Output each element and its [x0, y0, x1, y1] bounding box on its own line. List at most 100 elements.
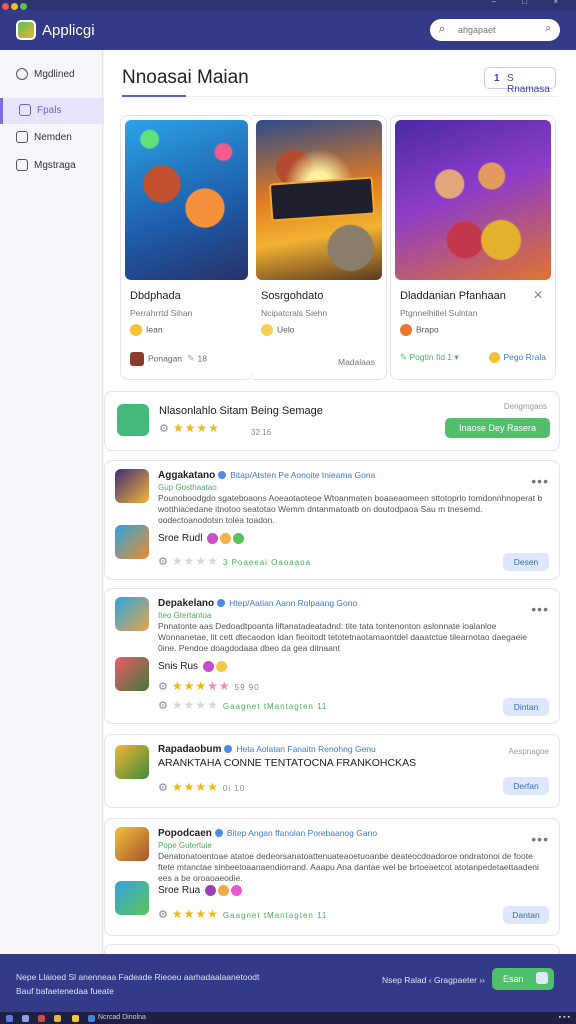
smile-icon: [489, 352, 501, 364]
footer-cta-label: Esan: [503, 974, 524, 984]
reaction-row: Sroe Rua: [158, 885, 243, 897]
review-body: ARANKTAHA CONNE TENTATOCNA FRANKOHCKAS: [158, 757, 417, 769]
reviewer-meta: Htep/Aatian Aann Rolpaang Gono: [229, 598, 358, 608]
reviewer-name-text: Rapadaobum: [158, 744, 222, 755]
close-window-icon[interactable]: [2, 3, 9, 10]
folder-taskbar-icon[interactable]: [54, 1015, 61, 1022]
window-controls[interactable]: – □ ×: [492, 0, 570, 6]
reaction-label: Snis Rus: [158, 661, 199, 673]
app-header: Applicgi ⌕ ahgapaet ⌕: [0, 10, 576, 50]
maximize-window-icon[interactable]: [20, 3, 27, 10]
game-card[interactable]: Sosrgohdato Ncipatcrals Siehn Uelo: [252, 115, 387, 380]
bell-icon: [261, 324, 273, 336]
start-icon[interactable]: [6, 1015, 13, 1022]
review-action-button[interactable]: Desen: [503, 553, 549, 571]
gear-icon: ⚙: [158, 700, 169, 712]
reviewer-meta: Heta Aolatan Fanaitn Renohng Genu: [236, 744, 376, 754]
gear-icon: ⚙: [159, 423, 170, 435]
filter-button[interactable]: 1 S Rnamasa: [484, 67, 556, 95]
sidebar-item-mgdlined[interactable]: Mgdlined: [0, 62, 101, 88]
review-label: Aespnagoe: [508, 747, 549, 756]
gear-icon: ⚙: [158, 556, 169, 568]
game-cover-image: [256, 120, 382, 280]
review-card: Rapadaobum Heta Aolatan Fanaitn Renohng G…: [104, 734, 560, 808]
app-taskbar-icon[interactable]: [72, 1015, 79, 1022]
verified-icon: [214, 829, 223, 838]
review-rating: ⚙ ★★★★ 3 Poaeeai Oaoaaoa: [158, 554, 312, 568]
more-options-icon[interactable]: •••: [531, 831, 549, 847]
review-action-button[interactable]: Dantan: [503, 906, 549, 924]
footer-links[interactable]: Nsep Ralad ‹ Gragpaeter ››: [382, 975, 485, 985]
minimize-window-icon[interactable]: [11, 3, 18, 10]
app-avatar: [115, 881, 149, 915]
expand-icon[interactable]: ✕: [533, 288, 543, 302]
search-icon: ⌕: [439, 23, 446, 35]
app-taskbar-icon[interactable]: [38, 1015, 45, 1022]
reaction-label: Sroe Rua: [158, 885, 201, 897]
review-count: 0i 10: [222, 784, 246, 793]
chat-icon: [16, 131, 28, 143]
reaction-icon[interactable]: [233, 533, 245, 544]
game-currency: Uelo: [261, 324, 294, 336]
shield-icon: [536, 972, 548, 984]
review-rating: ⚙ ★★★★★ 59 90: [158, 679, 260, 693]
title-underline: [122, 95, 186, 97]
game-card[interactable]: Dbdphada Perrahrrtd Sihan Iean Ponagan ✎…: [120, 115, 253, 380]
reaction-icon[interactable]: [220, 533, 232, 544]
search-taskbar-icon[interactable]: [22, 1015, 29, 1022]
promo-title: Nlasonlahlo Sitam Being Semage: [159, 405, 323, 417]
sidebar-item-nemden[interactable]: Nemden: [0, 125, 101, 151]
sidebar-item-label: Nemden: [34, 132, 72, 143]
review-tag: Gup Gosthaatao: [158, 483, 217, 492]
taskbar-window-title[interactable]: Ncrcad Dinolna: [98, 1014, 146, 1021]
game-cover-image: [125, 120, 248, 280]
more-options-icon[interactable]: •••: [531, 473, 549, 489]
card-secondary-link[interactable]: Pego Rrala: [489, 352, 546, 364]
reaction-icon[interactable]: [207, 533, 219, 544]
header-divider: [122, 96, 558, 97]
card-action-link[interactable]: Pogtin fid 1 ▾: [410, 352, 459, 362]
search-shortcut-icon: ⌕: [545, 23, 551, 34]
game-card[interactable]: Dladdanian Pfanhaan ✕ Ptgnnelhitlel Suln…: [390, 115, 556, 380]
reaction-icon[interactable]: [205, 885, 217, 896]
home-icon: [19, 104, 31, 116]
reviewer-meta: Bitep Angan ffanolan Porebaanog Gano: [226, 828, 378, 838]
verified-icon: [224, 745, 233, 754]
reviewer-avatar: [115, 745, 149, 779]
game-subtitle: Ncipatcrals Siehn: [261, 308, 328, 318]
reviewer-name: Aggakatano Bitap/Atsten Pe Aonoite tnieam…: [158, 470, 375, 481]
card-footer: Ponagan ✎ 18: [130, 352, 243, 366]
os-taskbar: Ncrcad Dinolna ▪ ▪ ▪: [0, 1012, 576, 1024]
review-body: Denatonatoentoae atatoe dedeorsanatoatte…: [158, 851, 539, 883]
reviewer-avatar: [115, 469, 149, 503]
footer-cta-button[interactable]: Esan: [492, 968, 554, 990]
card-footer: ✎ Pogtin fid 1 ▾ Pego Rrala: [400, 352, 546, 364]
gear-icon: ⚙: [158, 909, 169, 921]
verified-icon: [218, 471, 227, 480]
review-card: Depakelano Htep/Aatian Aann Rolpaang Gono…: [104, 588, 560, 724]
more-options-icon[interactable]: •••: [531, 601, 549, 617]
review-rating: ⚙ ★★★★ 0i 10: [158, 780, 246, 794]
reaction-icon[interactable]: [218, 885, 230, 896]
promo-thumbnail: [117, 404, 149, 436]
sidebar-item-label: Fpals: [37, 105, 62, 116]
reaction-icon[interactable]: [202, 661, 214, 672]
reviewer-name: Depakelano Htep/Aatian Aann Rolpaang Gono: [158, 598, 357, 609]
promo-install-button[interactable]: Inaose Dey Rasera: [445, 418, 550, 438]
main-content: Nnoasai Maian 1 S Rnamasa Dbdphada Perra…: [104, 50, 576, 964]
footer-count: 18: [197, 353, 208, 364]
reaction-row: Sroe Rudl: [158, 533, 245, 544]
game-currency-label: Uelo: [277, 324, 295, 335]
sidebar-item-fpals[interactable]: Fpals: [0, 98, 104, 124]
sidebar-item-mgstraga[interactable]: Mgstraga: [0, 153, 101, 179]
search-input[interactable]: ⌕ ahgapaet ⌕: [430, 19, 560, 41]
app-taskbar-icon[interactable]: [88, 1015, 95, 1022]
coin-icon: [400, 324, 412, 336]
review-action-button[interactable]: Dintan: [503, 698, 549, 716]
reaction-icon[interactable]: [231, 885, 243, 896]
reaction-icon[interactable]: [215, 661, 227, 672]
promo-banner[interactable]: Nlasonlahlo Sitam Being Semage ⚙ ★★★★ 32 …: [104, 391, 560, 451]
reviewer-meta: Bitap/Atsten Pe Aonoite tnieama Gona: [230, 470, 376, 480]
card-footer-right[interactable]: Madalaas: [338, 357, 375, 367]
review-action-button[interactable]: Derfan: [503, 777, 549, 795]
